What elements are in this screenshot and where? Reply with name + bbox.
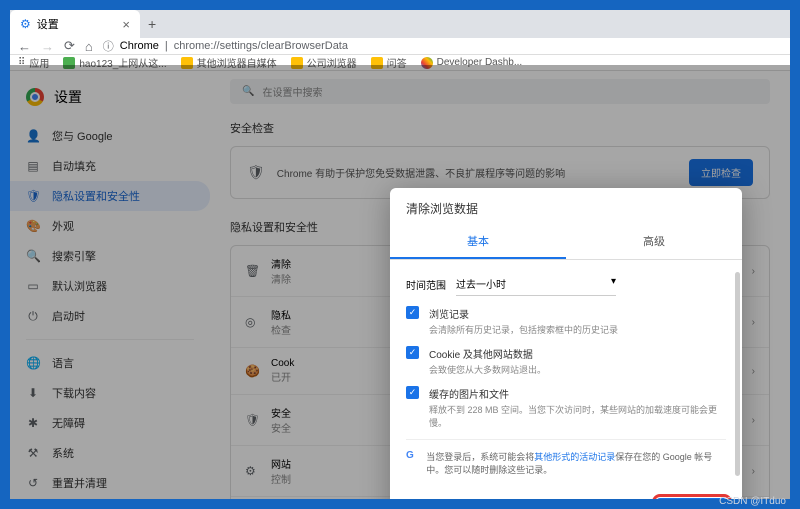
- cancel-button[interactable]: 取消: [600, 498, 646, 499]
- info-icon: ⓘ: [103, 38, 114, 54]
- dialog-tabs: 基本 高级: [390, 225, 742, 260]
- reload-icon[interactable]: ⟳: [64, 38, 75, 54]
- scrollbar[interactable]: [735, 272, 740, 476]
- time-range-select[interactable]: 过去一小时 ▾: [456, 272, 616, 296]
- gear-icon: ⚙: [20, 17, 31, 31]
- checkbox-checked-icon[interactable]: ✓: [406, 386, 419, 399]
- time-range-label: 时间范围: [406, 277, 446, 292]
- clear-data-dialog: 清除浏览数据 基本 高级 时间范围 过去一小时 ▾ ✓ 浏览记录会清除所有历史记…: [390, 188, 742, 499]
- titlebar: ⚙ 设置 × +: [10, 10, 790, 38]
- browser-tab[interactable]: ⚙ 设置 ×: [10, 10, 140, 38]
- tab-basic[interactable]: 基本: [390, 225, 566, 259]
- dialog-title: 清除浏览数据: [390, 188, 742, 225]
- home-icon[interactable]: ⌂: [85, 39, 93, 54]
- back-icon[interactable]: ←: [18, 39, 31, 54]
- address-bar: ← → ⟳ ⌂ ⓘ Chrome | chrome://settings/cle…: [10, 38, 790, 55]
- google-account-info: G 当您登录后，系统可能会将其他形式的活动记录保存在您的 Google 帐号中。…: [406, 439, 726, 476]
- forward-icon[interactable]: →: [41, 39, 54, 54]
- tab-title: 设置: [37, 16, 59, 32]
- option-cookies[interactable]: ✓ Cookie 及其他网站数据会致使您从大多数网站退出。: [406, 346, 726, 376]
- option-browsing-history[interactable]: ✓ 浏览记录会清除所有历史记录，包括搜索框中的历史记录: [406, 306, 726, 336]
- checkbox-checked-icon[interactable]: ✓: [406, 306, 419, 319]
- option-cache[interactable]: ✓ 缓存的图片和文件释放不到 228 MB 空间。当您下次访问时，某些网站的加载…: [406, 386, 726, 429]
- google-logo-icon: G: [406, 450, 416, 464]
- url-field[interactable]: ⓘ Chrome | chrome://settings/clearBrowse…: [103, 38, 348, 54]
- clear-data-button[interactable]: 清除数据: [656, 498, 728, 499]
- close-tab-icon[interactable]: ×: [122, 17, 130, 32]
- watermark: CSDN @ITduo: [719, 496, 786, 507]
- chevron-down-icon: ▾: [611, 276, 616, 291]
- checkbox-checked-icon[interactable]: ✓: [406, 346, 419, 359]
- tab-advanced[interactable]: 高级: [566, 225, 742, 259]
- new-tab-button[interactable]: +: [140, 16, 164, 32]
- activity-link[interactable]: 其他形式的活动记录: [534, 452, 615, 462]
